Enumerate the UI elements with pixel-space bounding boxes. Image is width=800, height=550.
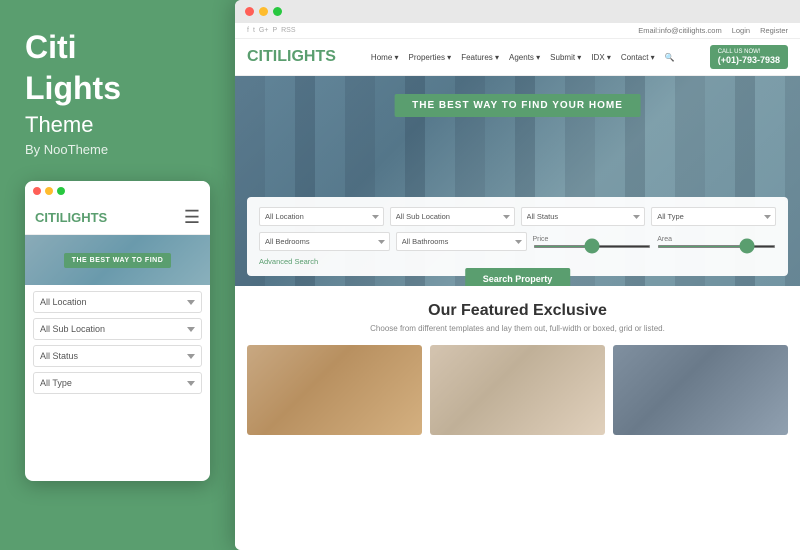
mobile-hero: THE BEST WAY TO FIND <box>25 235 210 285</box>
bedrooms-select[interactable]: All Bedrooms <box>259 232 390 251</box>
mobile-titlebar <box>25 181 210 201</box>
property-card-1[interactable] <box>247 345 422 435</box>
nav-links: Home ▾ Properties ▾ Features ▾ Agents ▾ … <box>371 53 675 62</box>
nav-features[interactable]: Features ▾ <box>461 53 499 62</box>
desktop-titlebar <box>235 0 800 23</box>
desktop-nav: CITILIGHTS Home ▾ Properties ▾ Features … <box>235 39 800 76</box>
location-select[interactable]: All Location <box>259 207 384 226</box>
nav-idx[interactable]: IDX ▾ <box>591 53 611 62</box>
phone-box: CALL US NOW! (+01)-793-7938 <box>710 45 788 69</box>
area-range-group: Area <box>657 236 776 248</box>
twitter-icon[interactable]: t <box>253 27 255 34</box>
desktop-dot-red <box>245 7 254 16</box>
featured-section: Our Featured Exclusive Choose from diffe… <box>235 286 800 550</box>
left-panel: Citi Lights Theme By NooTheme CITILIGHTS… <box>0 0 235 550</box>
nav-right: CALL US NOW! (+01)-793-7938 <box>710 45 788 69</box>
mobile-sublocation-select[interactable]: All Sub Location <box>33 318 202 340</box>
social-links: f t G+ P RSS <box>247 27 296 34</box>
mobile-location-select[interactable]: All Location <box>33 291 202 313</box>
desktop-topbar: f t G+ P RSS Email:info@citilights.com L… <box>235 23 800 39</box>
hero-banner: THE BEST WAY TO FIND YOUR HOME <box>394 94 641 117</box>
topbar-right: Email:info@citilights.com Login Register <box>638 26 788 35</box>
mobile-dot-yellow <box>45 187 53 195</box>
search-row-2: All Bedrooms All Bathrooms Price Area <box>259 232 776 251</box>
property-grid <box>247 345 788 435</box>
mobile-header: CITILIGHTS ☰ <box>25 201 210 235</box>
pinterest-icon[interactable]: P <box>272 27 277 34</box>
search-property-button[interactable]: Search Property <box>465 268 571 286</box>
bathrooms-select[interactable]: All Bathrooms <box>396 232 527 251</box>
nav-agents[interactable]: Agents ▾ <box>509 53 540 62</box>
property-card-3[interactable] <box>613 345 788 435</box>
price-range[interactable] <box>533 245 652 248</box>
rss-icon[interactable]: RSS <box>281 27 295 34</box>
nav-properties[interactable]: Properties ▾ <box>409 53 452 62</box>
nav-submit[interactable]: Submit ▾ <box>550 53 581 62</box>
mobile-form: All Location All Sub Location All Status… <box>25 285 210 405</box>
mobile-dot-green <box>57 187 65 195</box>
type-select[interactable]: All Type <box>651 207 776 226</box>
search-icon[interactable]: 🔍 <box>665 53 675 62</box>
email-link[interactable]: Email:info@citilights.com <box>638 26 721 35</box>
area-range[interactable] <box>657 245 776 248</box>
advanced-search-link[interactable]: Advanced Search <box>259 257 318 266</box>
price-range-group: Price <box>533 236 652 248</box>
featured-title: Our Featured Exclusive <box>247 302 788 320</box>
property-card-2[interactable] <box>430 345 605 435</box>
mobile-hero-banner: THE BEST WAY TO FIND <box>64 253 172 268</box>
status-select[interactable]: All Status <box>521 207 646 226</box>
nav-logo: CITILIGHTS <box>247 48 336 66</box>
search-bottom-row: Advanced Search <box>259 257 776 266</box>
register-link[interactable]: Register <box>760 26 788 35</box>
search-row-1: All Location All Sub Location All Status… <box>259 207 776 226</box>
mobile-type-select[interactable]: All Type <box>33 372 202 394</box>
facebook-icon[interactable]: f <box>247 27 249 34</box>
brand-title: Citi Lights Theme By NooTheme <box>25 30 210 181</box>
featured-subtitle: Choose from different templates and lay … <box>247 324 788 333</box>
sublocation-select[interactable]: All Sub Location <box>390 207 515 226</box>
right-panel: f t G+ P RSS Email:info@citilights.com L… <box>235 0 800 550</box>
nav-contact[interactable]: Contact ▾ <box>621 53 655 62</box>
desktop-dot-green <box>273 7 282 16</box>
googleplus-icon[interactable]: G+ <box>259 27 269 34</box>
mobile-dot-red <box>33 187 41 195</box>
search-box: All Location All Sub Location All Status… <box>247 197 788 276</box>
desktop-dot-yellow <box>259 7 268 16</box>
login-link[interactable]: Login <box>732 26 750 35</box>
nav-home[interactable]: Home ▾ <box>371 53 399 62</box>
desktop-hero: THE BEST WAY TO FIND YOUR HOME All Locat… <box>235 76 800 286</box>
mobile-status-select[interactable]: All Status <box>33 345 202 367</box>
hamburger-icon[interactable]: ☰ <box>184 207 200 228</box>
mobile-logo: CITILIGHTS <box>35 210 107 225</box>
mobile-mockup: CITILIGHTS ☰ THE BEST WAY TO FIND All Lo… <box>25 181 210 481</box>
